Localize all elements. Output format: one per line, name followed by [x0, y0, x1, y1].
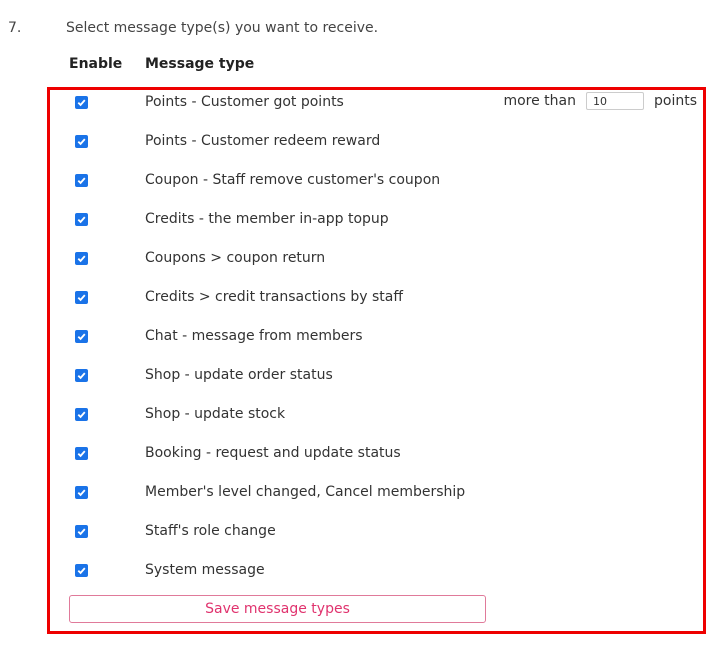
threshold-suffix: points	[654, 93, 697, 109]
message-type-row: Credits - the member in-app topup	[50, 207, 703, 233]
message-type-label: Coupon - Staff remove customer's coupon	[145, 172, 441, 188]
message-type-label: Coupons > coupon return	[145, 250, 326, 266]
points-threshold: more than points	[503, 92, 697, 110]
checkmark-icon	[77, 528, 86, 536]
message-type-label: Shop - update stock	[145, 406, 286, 422]
enable-checkbox[interactable]	[75, 564, 88, 577]
checkmark-icon	[77, 294, 86, 302]
checkmark-icon	[77, 333, 86, 341]
enable-checkbox[interactable]	[75, 252, 88, 265]
message-type-label: Member's level changed, Cancel membershi…	[145, 484, 466, 500]
enable-checkbox[interactable]	[75, 486, 88, 499]
enable-checkbox[interactable]	[75, 213, 88, 226]
checkmark-icon	[77, 450, 86, 458]
message-type-label: Booking - request and update status	[145, 445, 401, 461]
checkmark-icon	[77, 567, 86, 575]
enable-checkbox[interactable]	[75, 408, 88, 421]
message-type-row: Coupon - Staff remove customer's coupon	[50, 168, 703, 194]
checkmark-icon	[77, 411, 86, 419]
enable-checkbox[interactable]	[75, 330, 88, 343]
enable-checkbox[interactable]	[75, 447, 88, 460]
enable-column-header: Enable	[69, 56, 123, 72]
message-type-label: Staff's role change	[145, 523, 276, 539]
message-type-row: Staff's role change	[50, 519, 703, 545]
enable-checkbox[interactable]	[75, 174, 88, 187]
step-number: 7.	[8, 20, 22, 36]
message-type-label: Points - Customer got points	[145, 94, 344, 110]
checkmark-icon	[77, 216, 86, 224]
save-message-types-button[interactable]: Save message types	[69, 595, 486, 623]
threshold-prefix: more than	[503, 93, 576, 109]
checkmark-icon	[77, 255, 86, 263]
enable-checkbox[interactable]	[75, 291, 88, 304]
checkmark-icon	[77, 99, 86, 107]
enable-checkbox[interactable]	[75, 135, 88, 148]
message-type-row: Shop - update stock	[50, 402, 703, 428]
step-instruction: Select message type(s) you want to recei…	[66, 20, 379, 36]
message-type-column-header: Message type	[145, 56, 255, 72]
message-type-row: Shop - update order status	[50, 363, 703, 389]
enable-checkbox[interactable]	[75, 525, 88, 538]
checkmark-icon	[77, 177, 86, 185]
enable-checkbox[interactable]	[75, 369, 88, 382]
points-threshold-input[interactable]	[586, 92, 644, 110]
checkmark-icon	[77, 138, 86, 146]
message-type-row: Coupons > coupon return	[50, 246, 703, 272]
checkmark-icon	[77, 372, 86, 380]
message-type-row: Credits > credit transactions by staff	[50, 285, 703, 311]
message-type-row: System message	[50, 558, 703, 584]
message-type-row: Points - Customer redeem reward	[50, 129, 703, 155]
message-type-label: Shop - update order status	[145, 367, 333, 383]
message-type-label: Credits - the member in-app topup	[145, 211, 389, 227]
message-type-row: Booking - request and update status	[50, 441, 703, 467]
message-type-label: System message	[145, 562, 265, 578]
message-type-label: Credits > credit transactions by staff	[145, 289, 403, 305]
message-types-panel: Points - Customer got points more than p…	[47, 87, 706, 634]
message-type-label: Chat - message from members	[145, 328, 363, 344]
message-type-row: Member's level changed, Cancel membershi…	[50, 480, 703, 506]
message-type-row: Points - Customer got points more than p…	[50, 90, 703, 116]
message-type-label: Points - Customer redeem reward	[145, 133, 381, 149]
checkmark-icon	[77, 489, 86, 497]
enable-checkbox[interactable]	[75, 96, 88, 109]
message-type-row: Chat - message from members	[50, 324, 703, 350]
